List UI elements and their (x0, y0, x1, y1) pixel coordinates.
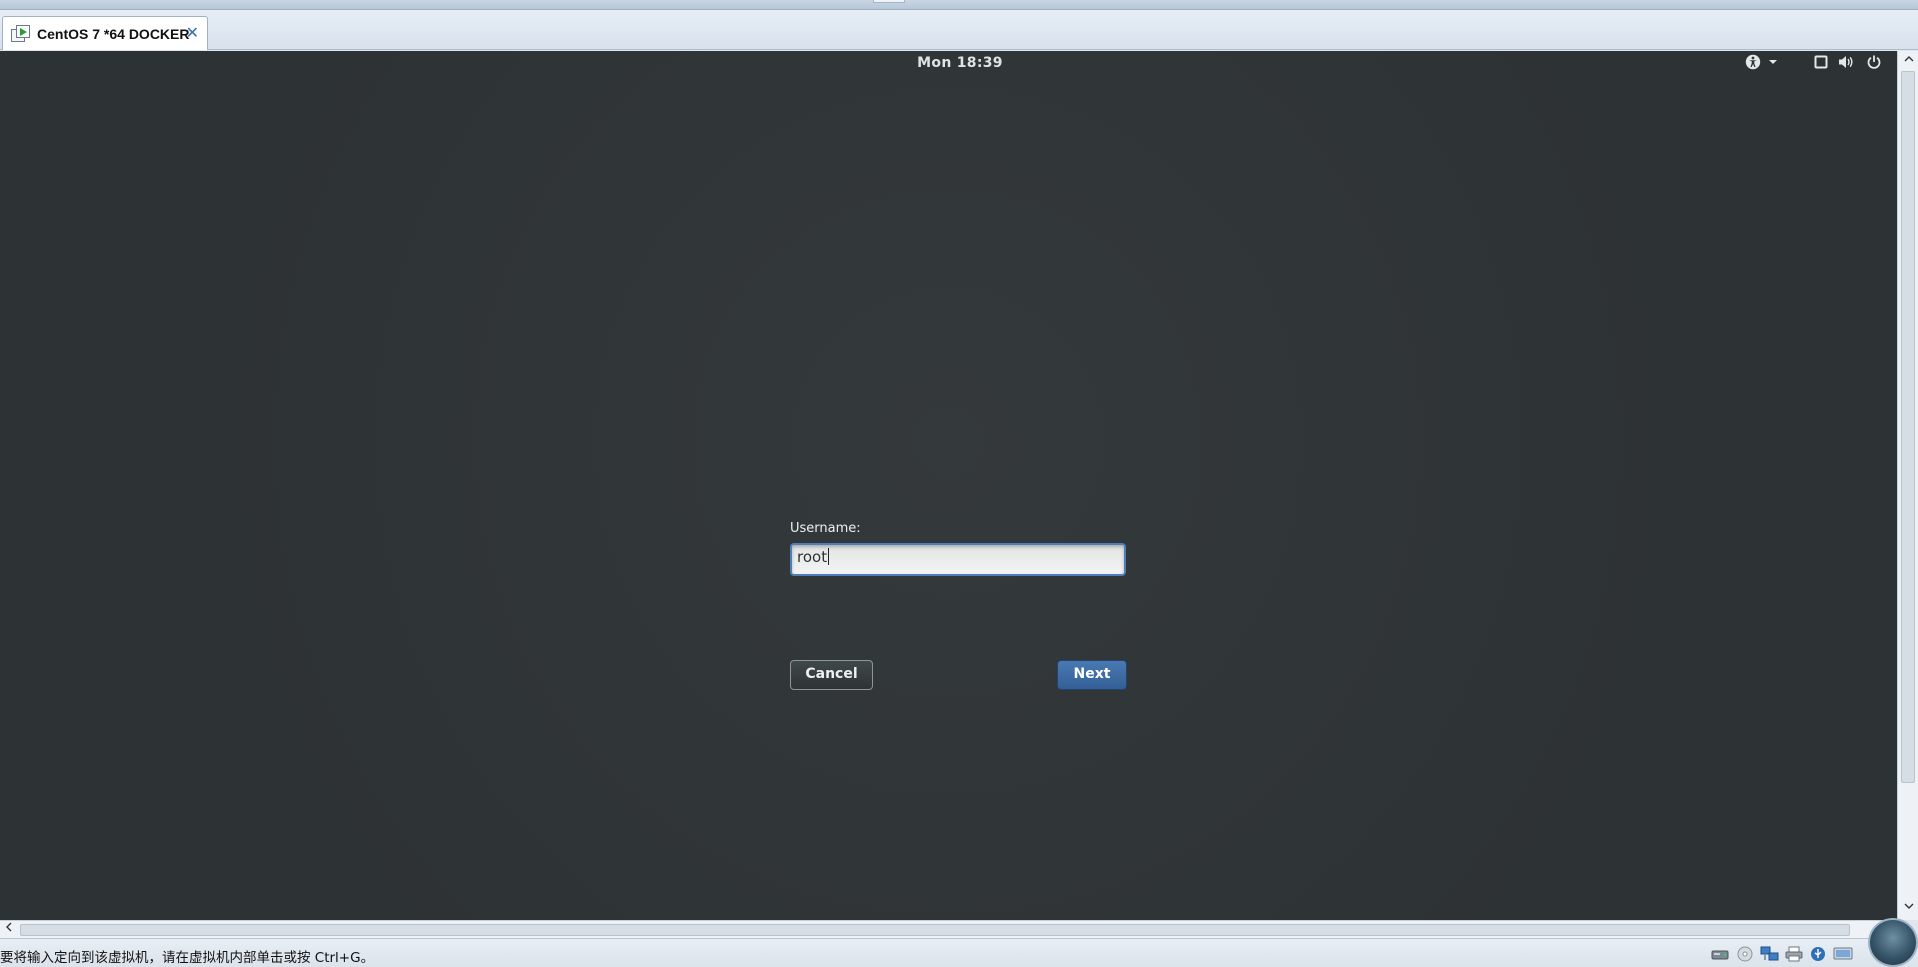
vertical-scroll-thumb[interactable] (1901, 71, 1915, 783)
status-bar: 要将输入定向到该虚拟机，请在虚拟机内部单击或按 Ctrl+G。 (0, 938, 1918, 967)
network-icon[interactable] (1760, 946, 1779, 962)
scroll-up-icon[interactable] (1898, 51, 1918, 69)
horizontal-scroll-thumb[interactable] (20, 924, 1850, 936)
tab-vm-centos[interactable]: CentOS 7 *64 DOCKER ✕ (2, 16, 208, 50)
clock[interactable]: Mon 18:39 (0, 55, 1897, 71)
window-top-strip (0, 0, 1918, 10)
username-input[interactable]: root (790, 543, 1126, 576)
usb-icon[interactable] (1809, 946, 1827, 962)
chevron-down-icon[interactable] (1766, 54, 1780, 72)
display-icon[interactable] (1813, 54, 1829, 72)
window-grip[interactable] (873, 0, 905, 3)
status-hint-text: 要将输入定向到该虚拟机，请在虚拟机内部单击或按 Ctrl+G。 (0, 950, 375, 966)
close-icon[interactable]: ✕ (186, 23, 199, 42)
hard-disk-icon[interactable] (1711, 946, 1729, 962)
vm-tab-bar: CentOS 7 *64 DOCKER ✕ (0, 10, 1918, 50)
virtual-machine-icon (11, 24, 31, 43)
scroll-left-icon[interactable] (0, 921, 18, 939)
username-label: Username: (790, 521, 861, 536)
cd-rom-icon[interactable] (1736, 946, 1754, 962)
horizontal-scrollbar[interactable] (0, 920, 1897, 938)
scroll-down-icon[interactable] (1898, 898, 1918, 916)
cancel-button[interactable]: Cancel (790, 660, 873, 690)
accessibility-icon[interactable] (1744, 54, 1762, 72)
guest-display[interactable]: Mon 18:39 Username: root Cancel Next (0, 51, 1897, 920)
display-adapter-icon[interactable] (1833, 946, 1853, 962)
next-button[interactable]: Next (1057, 660, 1127, 690)
login-form: Username: root (790, 521, 1128, 576)
tab-label: CentOS 7 *64 DOCKER (37, 25, 190, 42)
text-caret (828, 548, 830, 565)
printer-icon[interactable] (1785, 946, 1803, 962)
gnome-top-panel: Mon 18:39 (0, 51, 1897, 77)
power-icon[interactable] (1866, 54, 1882, 72)
user-avatar[interactable] (1868, 918, 1918, 967)
volume-icon[interactable] (1838, 54, 1856, 72)
username-value: root (797, 548, 828, 566)
vertical-scrollbar[interactable] (1897, 51, 1918, 920)
